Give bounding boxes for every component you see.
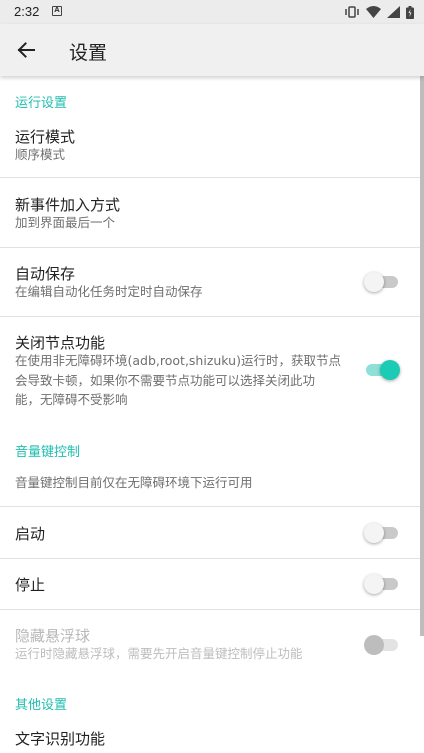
wifi-icon <box>366 6 381 18</box>
toggle-thumb <box>364 272 384 292</box>
setting-summary: 顺序模式 <box>15 147 66 162</box>
setting-ocr[interactable]: 文字识别功能 <box>0 719 420 753</box>
setting-summary-line: 能，无障碍不受影响 <box>15 392 128 407</box>
setting-volume-stop[interactable]: 停止 <box>0 559 420 609</box>
toggle-thumb <box>364 635 384 655</box>
setting-run-mode[interactable]: 运行模式 顺序模式 <box>0 116 420 178</box>
setting-title: 启动 <box>15 525 46 543</box>
app-bar: 设置 <box>0 24 424 76</box>
section-header-other: 其他设置 <box>15 698 68 713</box>
setting-volume-start[interactable]: 启动 <box>0 507 420 558</box>
hide-ball-toggle <box>364 635 398 655</box>
setting-summary: 加到界面最后一个 <box>15 215 116 230</box>
setting-summary: 运行时隐藏悬浮球，需要先开启音量键控制停止功能 <box>15 646 303 661</box>
status-time: 2:32 <box>14 4 40 19</box>
signal-icon <box>387 6 400 18</box>
page-title: 设置 <box>69 42 108 64</box>
back-button[interactable] <box>10 34 42 66</box>
close-node-toggle[interactable] <box>366 360 400 380</box>
toggle-thumb <box>364 574 384 594</box>
volume-note: 音量键控制目前仅在无障碍环境下运行可用 <box>15 475 253 490</box>
settings-list[interactable]: 运行设置 运行模式 顺序模式 新事件加入方式 加到界面最后一个 自动保存 在编辑… <box>0 76 424 753</box>
auto-save-toggle[interactable] <box>364 272 398 292</box>
setting-summary-line: 会导致卡顿，如果你不需要节点功能可以选择关闭此功 <box>15 372 316 388</box>
setting-title: 新事件加入方式 <box>15 196 121 214</box>
setting-title: 文字识别功能 <box>15 730 106 748</box>
setting-title: 关闭节点功能 <box>15 334 106 352</box>
toggle-thumb <box>380 360 400 380</box>
setting-title: 停止 <box>15 576 46 594</box>
toggle-thumb <box>364 523 384 543</box>
setting-new-event[interactable]: 新事件加入方式 加到界面最后一个 <box>0 178 420 247</box>
setting-title: 隐藏悬浮球 <box>15 627 91 645</box>
notification-icon: A <box>52 6 62 16</box>
setting-summary-line: 在使用非无障碍环境(adb,root,shizuku)运行时，获取节点 <box>15 353 341 368</box>
setting-summary: 在编辑自动化任务时定时自动保存 <box>15 284 203 299</box>
vibrate-icon <box>345 6 359 18</box>
volume-stop-toggle[interactable] <box>364 574 398 594</box>
setting-auto-save[interactable]: 自动保存 在编辑自动化任务时定时自动保存 <box>0 248 420 316</box>
arrow-left-icon <box>17 42 35 58</box>
section-header-volume: 音量键控制 <box>15 445 81 460</box>
volume-start-toggle[interactable] <box>364 523 398 543</box>
setting-title: 自动保存 <box>15 265 76 283</box>
setting-title: 运行模式 <box>15 128 76 146</box>
status-bar: 2:32 A <box>0 0 424 24</box>
setting-hide-ball: 隐藏悬浮球 运行时隐藏悬浮球，需要先开启音量键控制停止功能 <box>0 610 420 672</box>
scrollbar[interactable] <box>420 76 424 636</box>
status-icons <box>344 4 414 20</box>
setting-close-node[interactable]: 关闭节点功能 在使用非无障碍环境(adb,root,shizuku)运行时，获取… <box>0 317 420 423</box>
section-header-run: 运行设置 <box>15 96 68 111</box>
battery-icon <box>406 5 414 19</box>
